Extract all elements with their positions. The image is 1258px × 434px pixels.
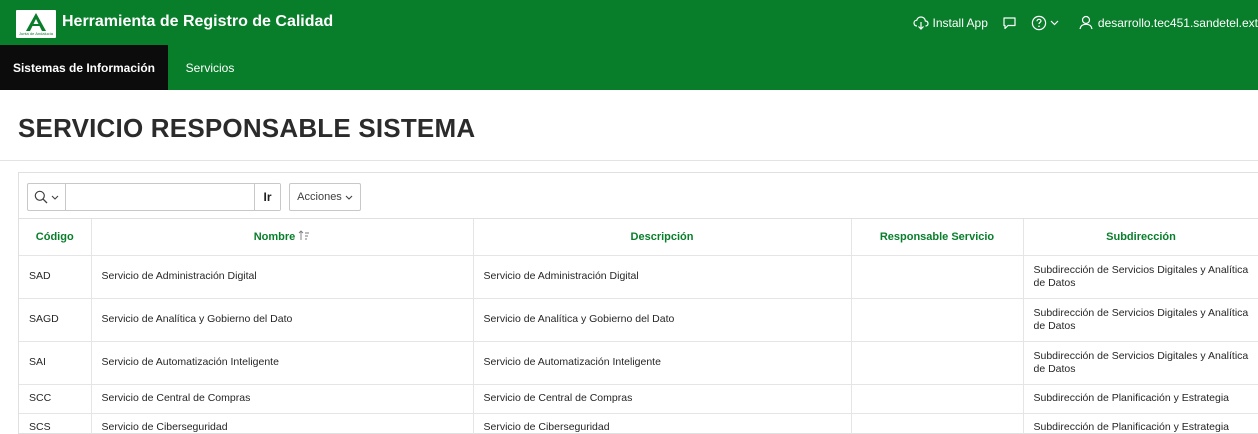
logo-text: Junta de Andalucía (18, 30, 54, 36)
cell-descripcion: Servicio de Central de Compras (473, 384, 852, 414)
report-toolbar: Ir Acciones (19, 173, 1258, 219)
actions-label: Acciones (297, 191, 342, 203)
table-header-row: Código Nombre Descripción Responsable Se… (19, 219, 1258, 256)
cell-subdireccion: Subdirección de Planificación y Estrateg… (1023, 384, 1258, 414)
cell-codigo: SAI (19, 341, 92, 385)
cell-responsable (851, 341, 1024, 385)
install-app-label: Install App (932, 15, 988, 30)
cell-responsable (851, 384, 1024, 414)
table-row: SCC Servicio de Central de Compras Servi… (19, 384, 1258, 414)
chevron-down-icon (51, 195, 59, 200)
app-title[interactable]: Herramienta de Registro de Calidad (62, 13, 333, 31)
help-circle-icon (1031, 15, 1047, 30)
cell-descripcion: Servicio de Ciberseguridad (473, 413, 852, 434)
header-actions: Install App desarrollo.tec451.sandetel.e… (912, 0, 1258, 45)
column-header-label: Responsable Servicio (879, 230, 995, 243)
column-header-label: Código (35, 230, 74, 243)
cell-subdireccion: Subdirección de Planificación y Estrateg… (1023, 413, 1258, 434)
nav-tab-servicios[interactable]: Servicios (172, 45, 248, 90)
column-header-subdireccion[interactable]: Subdirección (1023, 219, 1258, 256)
interactive-report: Ir Acciones Código Nombre Descripción Re… (18, 172, 1258, 434)
help-menu-button[interactable] (1031, 15, 1059, 31)
search-icon (34, 190, 48, 204)
nav-tab-sistemas-informacion[interactable]: Sistemas de Información (0, 45, 168, 90)
actions-menu-button[interactable]: Acciones (289, 183, 361, 211)
search-column-selector[interactable] (28, 184, 66, 210)
cell-nombre: Servicio de Ciberseguridad (91, 413, 474, 434)
column-header-codigo[interactable]: Código (19, 219, 92, 256)
top-header: Junta de Andalucía Herramienta de Regist… (0, 0, 1258, 45)
cell-codigo: SCS (19, 413, 92, 434)
column-header-label: Subdirección (1106, 230, 1176, 243)
feedback-button[interactable] (1002, 16, 1017, 30)
table-row: SAI Servicio de Automatización Inteligen… (19, 341, 1258, 385)
title-divider (0, 160, 1258, 161)
column-header-label: Nombre (253, 231, 296, 244)
table-row: SAGD Servicio de Analítica y Gobierno de… (19, 298, 1258, 342)
report-table: Código Nombre Descripción Responsable Se… (19, 219, 1258, 434)
table-row: SCS Servicio de Ciberseguridad Servicio … (19, 413, 1258, 434)
cell-codigo: SCC (19, 384, 92, 414)
cell-nombre: Servicio de Central de Compras (91, 384, 474, 414)
cell-nombre: Servicio de Administración Digital (91, 255, 474, 299)
search-field-group: Ir (27, 183, 281, 211)
username-label: desarrollo.tec451.sandetel.ext (1097, 15, 1258, 30)
column-header-responsable-servicio[interactable]: Responsable Servicio (851, 219, 1024, 256)
chevron-down-icon (345, 195, 353, 200)
search-input[interactable] (66, 184, 254, 210)
cell-descripcion: Servicio de Automatización Inteligente (473, 341, 852, 385)
cell-descripcion: Servicio de Administración Digital (473, 255, 852, 299)
cloud-download-icon (912, 15, 929, 30)
cell-subdireccion: Subdirección de Servicios Digitales y An… (1023, 298, 1258, 342)
user-icon (1079, 15, 1093, 30)
cell-subdireccion: Subdirección de Servicios Digitales y An… (1023, 341, 1258, 385)
table-row: SAD Servicio de Administración Digital S… (19, 255, 1258, 299)
cell-nombre: Servicio de Analítica y Gobierno del Dat… (91, 298, 474, 342)
main-navigation: Sistemas de Información Servicios (0, 45, 1258, 90)
cell-responsable (851, 255, 1024, 299)
cell-nombre: Servicio de Automatización Inteligente (91, 341, 474, 385)
junta-andalucia-logo[interactable]: Junta de Andalucía (16, 10, 56, 38)
column-header-nombre[interactable]: Nombre (91, 219, 474, 256)
install-app-button[interactable]: Install App (912, 15, 988, 30)
logo-mark-icon (26, 12, 46, 31)
go-button[interactable]: Ir (254, 184, 280, 210)
column-header-label: Descripción (630, 230, 694, 243)
user-menu-button[interactable]: desarrollo.tec451.sandetel.ext (1079, 15, 1258, 30)
cell-codigo: SAGD (19, 298, 92, 342)
cell-descripcion: Servicio de Analítica y Gobierno del Dat… (473, 298, 852, 342)
column-header-descripcion[interactable]: Descripción (473, 219, 852, 256)
chat-bubble-icon (1003, 16, 1016, 29)
chevron-down-icon (1050, 20, 1059, 25)
cell-codigo: SAD (19, 255, 92, 299)
cell-subdireccion: Subdirección de Servicios Digitales y An… (1023, 255, 1258, 299)
cell-responsable (851, 298, 1024, 342)
cell-responsable (851, 413, 1024, 434)
page-title: SERVICIO RESPONSABLE SISTEMA (18, 113, 476, 143)
sort-ascending-icon (298, 230, 310, 241)
